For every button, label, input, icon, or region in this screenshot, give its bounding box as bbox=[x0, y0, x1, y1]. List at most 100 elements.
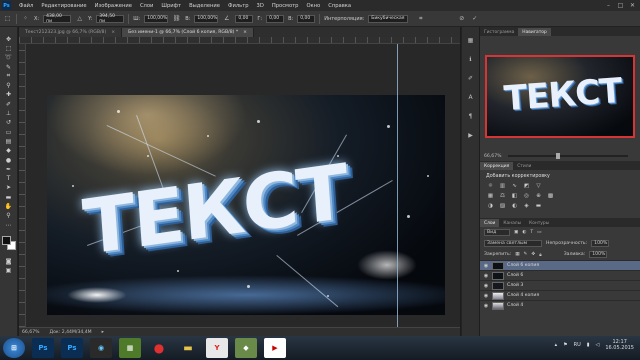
maximize-button[interactable]: □ bbox=[616, 1, 625, 9]
lock-pixels-icon[interactable]: ✎ bbox=[524, 252, 528, 257]
menu-window[interactable]: Окно bbox=[302, 3, 324, 9]
posterize-icon[interactable]: ▨ bbox=[498, 202, 507, 210]
history-panel-icon[interactable]: ▦ bbox=[466, 35, 476, 45]
tab-document-1[interactable]: Текст212323.jpg @ 66,7% (RGB/8) × bbox=[19, 28, 123, 37]
fill-field[interactable]: 100% bbox=[589, 251, 608, 258]
taskbar-cinema4d-icon[interactable]: ◉ bbox=[90, 338, 112, 358]
shape-tool-icon[interactable]: ▬ bbox=[3, 193, 15, 201]
taskbar-record-icon[interactable]: ● bbox=[148, 338, 170, 358]
layer-row[interactable]: ◉ Слой 4 bbox=[480, 300, 640, 310]
tab-adjustments[interactable]: Коррекция bbox=[480, 162, 514, 170]
volume-icon[interactable]: ◁ bbox=[596, 342, 600, 348]
taskbar-minecraft-icon[interactable]: ▦ bbox=[119, 338, 141, 358]
move-tool-icon[interactable]: ✥ bbox=[3, 35, 15, 43]
opacity-field[interactable]: 100% bbox=[591, 240, 610, 247]
character-panel-icon[interactable]: A bbox=[466, 92, 476, 102]
visibility-eye-icon[interactable]: ◉ bbox=[483, 283, 489, 289]
visibility-eye-icon[interactable]: ◉ bbox=[483, 303, 489, 309]
delta-icon[interactable]: △ bbox=[75, 14, 84, 23]
foreground-color-swatch[interactable] bbox=[1, 236, 11, 246]
threshold-icon[interactable]: ◐ bbox=[510, 202, 519, 210]
start-button[interactable]: ⊞ bbox=[3, 338, 25, 358]
layer-row[interactable]: ◉ Слой 4 копия bbox=[480, 290, 640, 300]
photo-filter-icon[interactable]: ◎ bbox=[522, 192, 531, 200]
filter-type-icon[interactable]: T bbox=[530, 230, 533, 235]
healing-tool-icon[interactable]: ✚ bbox=[3, 91, 15, 99]
gradient-tool-icon[interactable]: ▤ bbox=[3, 137, 15, 145]
black-white-icon[interactable]: ◧ bbox=[510, 192, 519, 200]
system-clock[interactable]: 12:17 16.05.2015 bbox=[605, 339, 634, 351]
brush-tool-icon[interactable]: ✐ bbox=[3, 100, 15, 108]
menu-view[interactable]: Просмотр bbox=[268, 3, 303, 9]
angle-field[interactable]: 0,00 bbox=[235, 14, 254, 23]
info-panel-icon[interactable]: ℹ bbox=[466, 54, 476, 64]
x-field[interactable]: 438,00 пи bbox=[43, 14, 72, 24]
taskbar-photoshop-2[interactable]: Ps bbox=[61, 338, 83, 358]
menu-image[interactable]: Изображение bbox=[91, 3, 136, 9]
type-tool-icon[interactable]: T bbox=[3, 174, 15, 182]
status-arrow-icon[interactable]: ▸ bbox=[102, 330, 104, 335]
y-field[interactable]: 394,50 пи bbox=[96, 14, 125, 24]
layer-name[interactable]: Слой 3 bbox=[507, 283, 523, 288]
menu-3d[interactable]: 3D bbox=[253, 3, 268, 9]
hand-tool-icon[interactable]: ✋ bbox=[3, 202, 15, 210]
tab-navigator[interactable]: Навигатор bbox=[518, 28, 551, 36]
lock-transparency-icon[interactable]: ▦ bbox=[515, 252, 519, 257]
color-swatches[interactable] bbox=[1, 236, 16, 251]
tray-arrow-icon[interactable]: ▴ bbox=[555, 342, 558, 348]
reference-point-icon[interactable]: ⁘ bbox=[21, 14, 30, 23]
paragraph-panel-icon[interactable]: ¶ bbox=[466, 111, 476, 121]
taskbar-media-icon[interactable]: ▶ bbox=[264, 338, 286, 358]
zoom-level[interactable]: 66,67% bbox=[22, 330, 40, 335]
filter-adjustment-icon[interactable]: ◐ bbox=[522, 230, 526, 235]
layer-name[interactable]: Слой 4 копия bbox=[507, 293, 539, 298]
blur-tool-icon[interactable]: ◆ bbox=[3, 147, 15, 155]
gradient-map-icon[interactable]: ▬ bbox=[534, 202, 543, 210]
layer-name[interactable]: Слой 4 bbox=[507, 303, 523, 308]
dodge-tool-icon[interactable]: ● bbox=[3, 156, 15, 164]
navigator-zoom-slider[interactable] bbox=[507, 153, 628, 159]
link-icon[interactable]: ⛓ bbox=[172, 14, 181, 23]
menu-filter[interactable]: Фильтр bbox=[224, 3, 253, 9]
horizontal-ruler[interactable] bbox=[19, 37, 460, 44]
menu-select[interactable]: Выделение bbox=[185, 3, 224, 9]
visibility-eye-icon[interactable]: ◉ bbox=[483, 273, 489, 279]
tab-layers[interactable]: Слои bbox=[480, 219, 500, 227]
cancel-transform-icon[interactable]: ⊘ bbox=[457, 14, 466, 23]
curves-icon[interactable]: ∿ bbox=[510, 182, 519, 190]
menu-help[interactable]: Справка bbox=[324, 3, 355, 9]
blend-mode-select[interactable]: Замена светлым bbox=[484, 240, 542, 247]
history-brush-tool-icon[interactable]: ↺ bbox=[3, 119, 15, 127]
taskbar-yandex-browser-icon[interactable]: Y bbox=[206, 338, 228, 358]
exposure-icon[interactable]: ◩ bbox=[522, 182, 531, 190]
hskew-field[interactable]: 0,00 bbox=[266, 14, 285, 23]
transform-tool-icon[interactable]: ⬚ bbox=[3, 14, 12, 23]
minimize-button[interactable]: – bbox=[604, 1, 613, 9]
menu-layers[interactable]: Слои bbox=[136, 3, 157, 9]
layer-name[interactable]: Слой 6 копия bbox=[507, 263, 539, 268]
selective-color-icon[interactable]: ◈ bbox=[522, 202, 531, 210]
screen-mode-icon[interactable]: ▣ bbox=[3, 267, 15, 275]
eraser-tool-icon[interactable]: ▭ bbox=[3, 128, 15, 136]
color-lookup-icon[interactable]: ▩ bbox=[546, 192, 555, 200]
layer-name[interactable]: Слой 6 bbox=[507, 273, 523, 278]
layer-row[interactable]: ◉ Слой 6 копия bbox=[480, 260, 640, 270]
tab-document-2[interactable]: Без имени-1 @ 66,7% (Слой 6 копия, RGB/8… bbox=[122, 28, 255, 37]
width-field[interactable]: 100,00% bbox=[144, 14, 169, 23]
menu-type[interactable]: Шрифт bbox=[157, 3, 185, 9]
network-icon[interactable]: ▮ bbox=[587, 342, 590, 348]
tab-channels[interactable]: Каналы bbox=[499, 219, 525, 227]
close-tab-icon[interactable]: × bbox=[243, 30, 247, 35]
menu-edit[interactable]: Редактирование bbox=[37, 3, 90, 9]
tab-styles[interactable]: Стили bbox=[513, 162, 535, 170]
zoom-tool-icon[interactable]: ⚲ bbox=[3, 212, 15, 220]
height-field[interactable]: 100,00% bbox=[194, 14, 219, 23]
lasso-tool-icon[interactable]: ➰ bbox=[3, 54, 15, 62]
close-tab-icon[interactable]: × bbox=[111, 30, 115, 35]
menu-file[interactable]: Файл bbox=[15, 3, 37, 9]
close-button[interactable]: ✕ bbox=[628, 1, 637, 9]
navigator-thumbnail[interactable]: ТЕКСТ bbox=[485, 55, 635, 138]
brightness-icon[interactable]: ☼ bbox=[486, 182, 495, 190]
layer-kind-select[interactable]: Вид bbox=[484, 229, 510, 236]
hue-saturation-icon[interactable]: ▦ bbox=[486, 192, 495, 200]
